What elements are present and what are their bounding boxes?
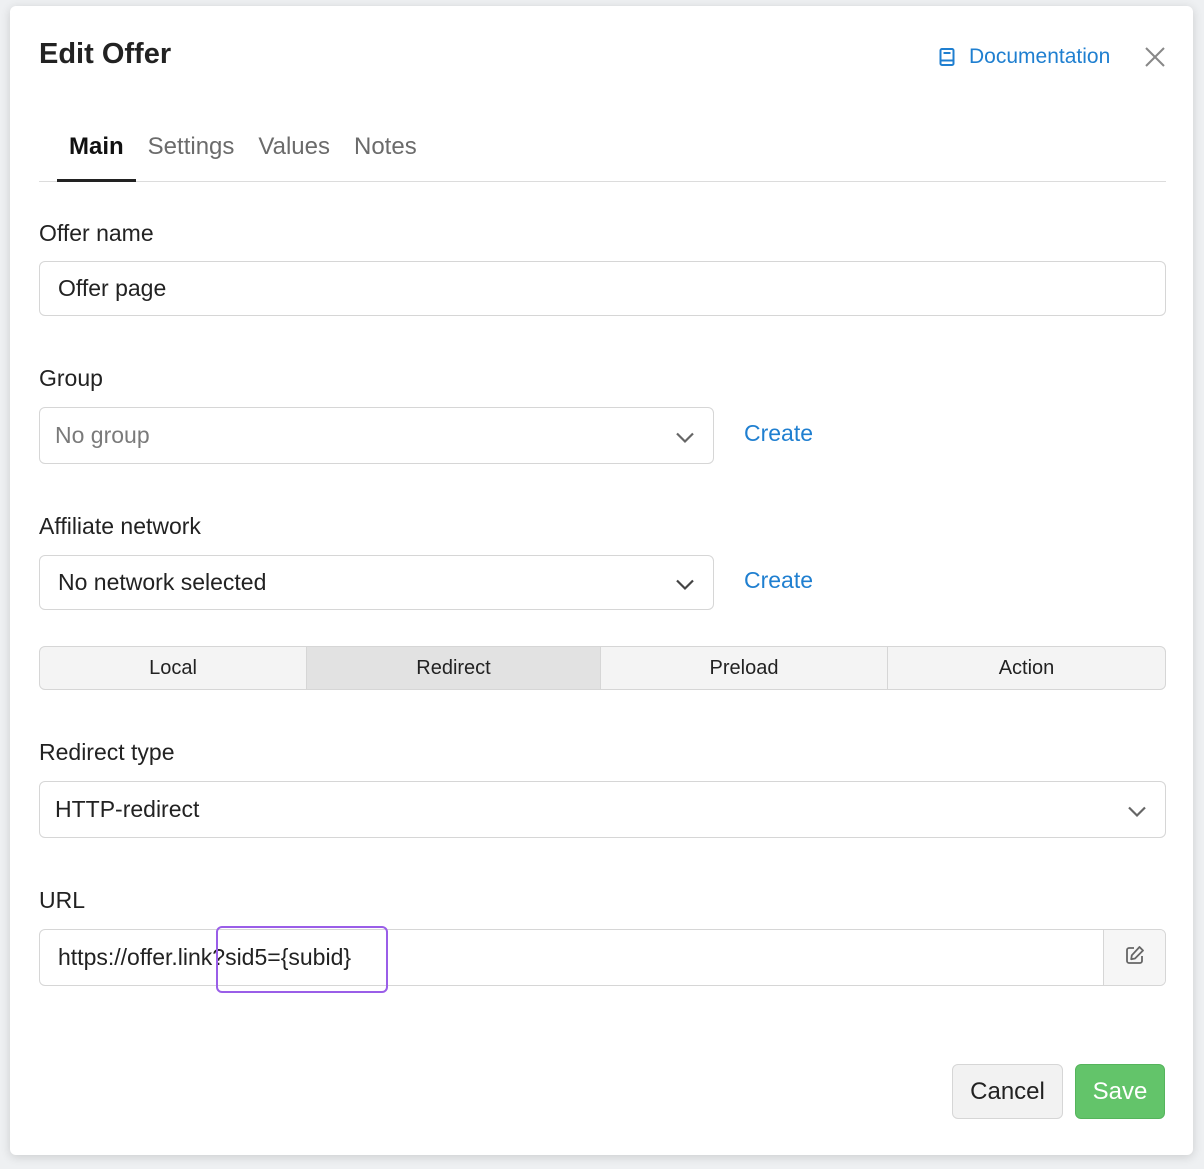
tab-values[interactable]: Values: [246, 126, 342, 182]
chevron-down-icon: [675, 422, 695, 449]
edit-offer-dialog: Edit Offer Documentation Main Settings V…: [10, 6, 1193, 1155]
book-icon: [939, 48, 955, 66]
tab-main[interactable]: Main: [57, 126, 136, 182]
affiliate-network-label: Affiliate network: [39, 513, 201, 539]
documentation-label: Documentation: [969, 45, 1111, 68]
segment-action[interactable]: Action: [888, 647, 1165, 689]
save-button[interactable]: Save: [1075, 1064, 1165, 1119]
url-input[interactable]: https://offer.link?sid5={subid}: [40, 930, 1103, 985]
group-select[interactable]: No group: [39, 407, 714, 464]
url-input-group: https://offer.link?sid5={subid}: [39, 929, 1166, 986]
close-icon: [1143, 47, 1167, 73]
affiliate-network-select[interactable]: No network selected: [39, 555, 714, 610]
offer-name-input[interactable]: Offer page: [39, 261, 1166, 316]
redirect-type-label: Redirect type: [39, 739, 175, 765]
edit-icon: [1124, 944, 1146, 971]
group-value: No group: [55, 422, 150, 448]
cancel-button[interactable]: Cancel: [952, 1064, 1063, 1119]
affiliate-network-value: No network selected: [58, 569, 267, 595]
tab-bar: Main Settings Values Notes: [39, 126, 1166, 182]
segment-preload[interactable]: Preload: [601, 647, 888, 689]
chevron-down-icon: [1127, 796, 1147, 823]
url-edit-button[interactable]: [1103, 930, 1165, 985]
offer-name-value: Offer page: [58, 275, 167, 301]
dialog-title: Edit Offer: [39, 38, 172, 70]
url-value: https://offer.link?sid5={subid}: [58, 944, 352, 970]
chevron-down-icon: [675, 569, 695, 596]
documentation-link[interactable]: Documentation: [939, 44, 1110, 70]
redirect-type-select[interactable]: HTTP-redirect: [39, 781, 1166, 838]
create-group-link[interactable]: Create: [744, 420, 813, 447]
create-network-link[interactable]: Create: [744, 567, 813, 594]
tab-settings[interactable]: Settings: [136, 126, 247, 182]
url-label: URL: [39, 887, 86, 913]
group-label: Group: [39, 365, 103, 391]
segment-local[interactable]: Local: [40, 647, 307, 689]
offer-name-label: Offer name: [39, 220, 154, 246]
segment-redirect[interactable]: Redirect: [307, 647, 601, 689]
tab-notes[interactable]: Notes: [342, 126, 429, 182]
redirect-type-value: HTTP-redirect: [55, 796, 200, 822]
close-button[interactable]: [1143, 45, 1167, 69]
offer-type-segmented-control: Local Redirect Preload Action: [39, 646, 1166, 690]
